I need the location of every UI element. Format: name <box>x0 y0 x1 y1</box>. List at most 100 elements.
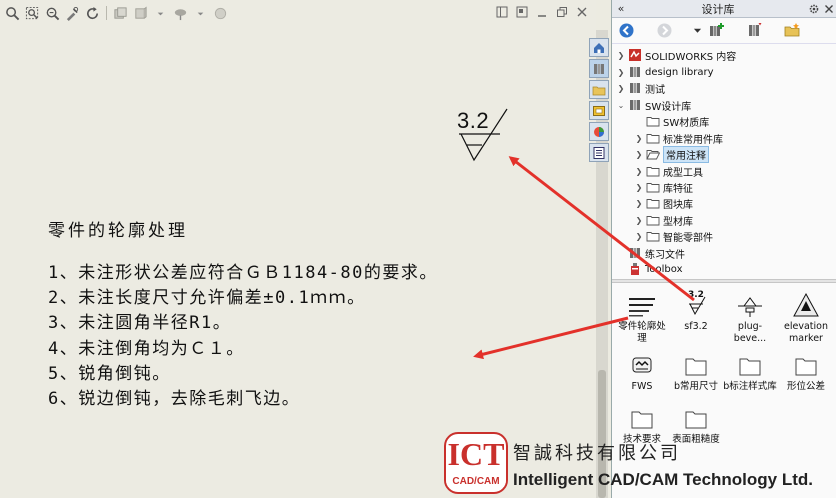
rotate-view-icon[interactable] <box>84 5 101 22</box>
company-watermark: ICT CAD/CAM 智誠科技有限公司 Intelligent CAD/CAM… <box>441 430 836 498</box>
tree-item-solidworks-content[interactable]: ❯ SOLIDWORKS 内容 <box>616 47 736 63</box>
zoom-to-area-icon[interactable] <box>24 5 41 22</box>
hide-show-items-icon[interactable] <box>172 5 189 22</box>
library-item-label: b标注样式库 <box>723 381 777 392</box>
library-item-label: 零件轮廓处理 <box>618 321 666 344</box>
library-tree: ❯ SOLIDWORKS 内容 ❯ design library ❯ 测试 ⌄ … <box>612 46 836 278</box>
library-item-common-dimensions-folder[interactable]: b常用尺寸 <box>668 351 724 393</box>
tree-item-profiles[interactable]: ❯ 型材库 <box>634 212 693 228</box>
tree-item-practice-files[interactable]: 练习文件 <box>626 245 685 261</box>
dropdown-arrow-icon[interactable] <box>152 5 169 22</box>
add-to-library-icon <box>709 23 724 36</box>
library-item-label: elevation marker <box>784 321 828 344</box>
task-pane-tabs <box>589 38 611 162</box>
home-icon <box>594 42 604 53</box>
pane-splitter[interactable] <box>612 279 836 283</box>
library-item-annotation-styles-folder[interactable]: b标注样式库 <box>722 351 778 393</box>
elevation-marker-thumbnail <box>786 291 826 321</box>
tree-item-design-library[interactable]: ❯ design library <box>616 64 714 80</box>
dropdown-arrow-icon[interactable] <box>192 5 209 22</box>
add-file-location-button[interactable] <box>706 21 726 41</box>
minimize-icon[interactable] <box>534 4 549 19</box>
expand-arrow-icon[interactable]: ❯ <box>634 183 644 192</box>
previous-view-icon[interactable] <box>44 5 61 22</box>
create-new-folder-button[interactable] <box>744 21 764 41</box>
tree-item-library-features[interactable]: ❯ 库特征 <box>634 179 693 195</box>
document-window-controls <box>494 4 589 19</box>
tab-custom-properties[interactable] <box>589 143 609 162</box>
apply-scene-icon[interactable] <box>212 5 229 22</box>
collapse-pane-button[interactable]: « <box>612 2 630 15</box>
library-item-sf3-2[interactable]: 3.2 sf3.2 <box>668 290 724 333</box>
library-item-plug-bevel[interactable]: plug-beve... <box>722 291 778 345</box>
forward-button[interactable] <box>654 21 674 41</box>
tree-item-blocks[interactable]: ❯ 图块库 <box>634 195 693 211</box>
tree-item-label: 练习文件 <box>645 249 685 261</box>
pane-title: 设计库 <box>701 2 735 16</box>
close-icon[interactable] <box>574 4 589 19</box>
tree-item-label: SW设计库 <box>645 101 692 113</box>
zoom-to-fit-icon[interactable] <box>4 5 21 22</box>
folder-icon <box>646 229 660 243</box>
library-item-label: b常用尺寸 <box>673 381 719 392</box>
tab-solidworks-resources[interactable] <box>589 38 609 57</box>
tree-item-common-annotations[interactable]: ❯ 常用注释 <box>634 145 709 163</box>
library-item-elevation-marker[interactable]: elevation marker <box>778 291 834 345</box>
expand-arrow-icon[interactable]: ❯ <box>634 167 644 176</box>
expand-arrow-icon[interactable]: ❯ <box>634 150 644 159</box>
drawing-canvas[interactable]: 3.2 零件的轮廓处理 1、未注形状公差应符合ＧＢ1184-80的要求。 2、未… <box>0 0 596 498</box>
thumbnail-text: 3.2 <box>688 290 704 300</box>
tile-view-icon[interactable] <box>514 4 529 19</box>
tree-item-smart-components[interactable]: ❯ 智能零部件 <box>634 228 713 244</box>
close-pane-icon[interactable] <box>821 1 836 16</box>
tab-view-palette[interactable] <box>589 101 609 120</box>
collapse-arrow-icon[interactable]: ⌄ <box>616 101 626 110</box>
tree-item-label: 智能零部件 <box>663 232 713 244</box>
tree-item-label: 测试 <box>645 84 665 96</box>
expand-arrow-icon[interactable]: ❯ <box>616 51 626 60</box>
tree-item-toolbox[interactable]: Toolbox <box>626 261 683 277</box>
note-line: 2、未注长度尺寸允许偏差±0.1ｍｍ。 <box>48 288 366 309</box>
heads-up-view-toolbar <box>4 3 229 23</box>
library-icon <box>628 65 642 79</box>
sketch-tool-icon[interactable] <box>64 5 81 22</box>
technical-notes[interactable]: 零件的轮廓处理 1、未注形状公差应符合ＧＢ1184-80的要求。 2、未注长度尺… <box>48 216 438 412</box>
tree-item-test[interactable]: ❯ 测试 <box>616 80 665 96</box>
expand-arrow-icon[interactable]: ❯ <box>616 68 626 77</box>
tree-item-label: SOLIDWORKS 内容 <box>645 51 737 63</box>
expand-arrow-icon[interactable]: ❯ <box>634 216 644 225</box>
toolbar-separator <box>106 6 107 20</box>
tree-item-label: 型材库 <box>663 216 693 228</box>
forward-arrow-icon <box>657 23 671 38</box>
tab-design-library[interactable] <box>589 59 609 78</box>
tab-appearances[interactable] <box>589 122 609 141</box>
library-item-part-contour-note[interactable]: 零件轮廓处理 <box>614 291 670 345</box>
tree-item-label: Toolbox <box>645 263 683 275</box>
restore-icon[interactable] <box>554 4 569 19</box>
view-orientation-icon[interactable] <box>132 5 149 22</box>
tree-item-forming-tools[interactable]: ❯ 成型工具 <box>634 163 703 179</box>
company-name-english: Intelligent CAD/CAM Technology Ltd. <box>513 470 813 489</box>
library-item-label: sf3.2 <box>684 321 708 332</box>
tree-item-label: design library <box>645 66 714 78</box>
tree-item-sw-design-library[interactable]: ⌄ SW设计库 <box>616 97 691 113</box>
split-view-icon[interactable] <box>494 4 509 19</box>
note-line: 5、锐角倒钝。 <box>48 363 171 384</box>
surface-finish-thumbnail: 3.2 <box>676 290 716 321</box>
tab-file-explorer[interactable] <box>589 80 609 99</box>
expand-arrow-icon[interactable]: ❯ <box>634 232 644 241</box>
tree-item-sw-material-library[interactable]: SW材质库 <box>634 113 709 129</box>
library-item-fws[interactable]: FWS <box>614 351 670 393</box>
gear-icon[interactable] <box>806 1 821 16</box>
display-style-icon[interactable] <box>112 5 129 22</box>
library-item-gdt-folder[interactable]: 形位公差 <box>778 351 834 393</box>
folder-icon <box>676 351 716 381</box>
back-button[interactable] <box>616 21 636 41</box>
expand-arrow-icon[interactable]: ❯ <box>616 84 626 93</box>
expand-arrow-icon[interactable]: ❯ <box>634 134 644 143</box>
new-folder-button[interactable] <box>782 21 802 41</box>
tree-item-standard-parts[interactable]: ❯ 标准常用件库 <box>634 130 723 146</box>
solidworks-window: 3.2 零件的轮廓处理 1、未注形状公差应符合ＧＢ1184-80的要求。 2、未… <box>0 0 836 498</box>
expand-arrow-icon[interactable]: ❯ <box>634 199 644 208</box>
add-file-location-dropdown[interactable] <box>692 21 702 41</box>
